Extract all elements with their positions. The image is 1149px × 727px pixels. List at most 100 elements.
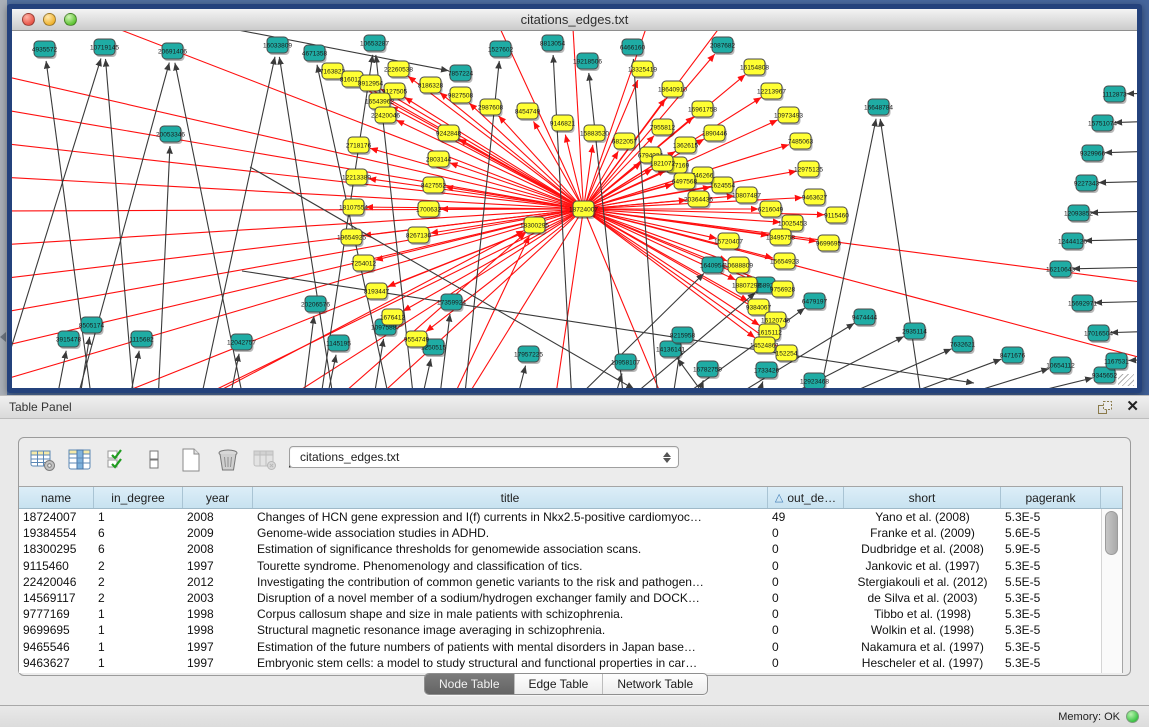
cell-year[interactable]: 2008 [183,510,253,524]
cell-in_degree[interactable]: 1 [94,510,183,524]
cell-name[interactable]: 9465546 [19,640,94,654]
cell-in_degree[interactable]: 6 [94,526,183,540]
column-header-short[interactable]: short [844,487,1001,508]
network-canvas[interactable]: 4935572107191452069140616033809467135810… [12,31,1137,388]
cell-name[interactable]: 9777169 [19,607,94,621]
cell-year[interactable]: 2009 [183,526,253,540]
cell-pagerank[interactable]: 5.3E-5 [1001,559,1101,573]
cell-title[interactable]: Structural magnetic resonance image aver… [253,623,768,637]
cell-out_de[interactable]: 0 [768,656,844,670]
cell-out_de[interactable]: 0 [768,575,844,589]
cell-short[interactable]: Wolkin et al. (1998) [844,623,1001,637]
column-header-out_de[interactable]: △out_de… [768,487,844,508]
tab-network-table[interactable]: Network Table [603,674,707,694]
cell-pagerank[interactable]: 5.3E-5 [1001,510,1101,524]
table-scrollbar[interactable] [1101,509,1122,673]
network-graph[interactable]: 4935572107191452069140616033809467135810… [12,31,1137,388]
cell-year[interactable]: 2003 [183,591,253,605]
float-panel-icon[interactable] [1097,400,1114,415]
cell-title[interactable]: Estimation of significance thresholds fo… [253,542,768,556]
table-scrollbar-thumb[interactable] [1105,511,1118,555]
cell-out_de[interactable]: 0 [768,542,844,556]
cell-out_de[interactable]: 0 [768,591,844,605]
cell-year[interactable]: 1997 [183,640,253,654]
cell-in_degree[interactable]: 1 [94,607,183,621]
cell-out_de[interactable]: 0 [768,559,844,573]
cell-in_degree[interactable]: 6 [94,542,183,556]
cell-in_degree[interactable]: 1 [94,623,183,637]
column-header-pagerank[interactable]: pagerank [1001,487,1101,508]
cell-year[interactable]: 1997 [183,559,253,573]
table-selector-dropdown[interactable]: citations_edges.txt [289,446,679,468]
table-row[interactable]: 1938455462009Genome-wide association stu… [19,525,1122,541]
table-row[interactable]: 2242004622012Investigating the contribut… [19,574,1122,590]
column-header-year[interactable]: year [183,487,253,508]
column-header-in_degree[interactable]: in_degree [94,487,183,508]
network-window-titlebar[interactable]: citations_edges.txt [12,9,1137,31]
cell-short[interactable]: Jankovic et al. (1997) [844,559,1001,573]
close-window-icon[interactable] [22,13,35,26]
cell-year[interactable]: 1998 [183,623,253,637]
memory-status-icon[interactable] [1126,710,1139,723]
table-row[interactable]: 946554611997Estimation of the future num… [19,639,1122,655]
cell-out_de[interactable]: 49 [768,510,844,524]
cell-short[interactable]: Dudbridge et al. (2008) [844,542,1001,556]
cell-title[interactable]: Embryonic stem cells: a model to study s… [253,656,768,670]
cell-pagerank[interactable]: 5.9E-5 [1001,542,1101,556]
table-row[interactable]: 977716911998Corpus callosum shape and si… [19,606,1122,622]
cell-title[interactable]: Estimation of the future numbers of pati… [253,640,768,654]
cell-short[interactable]: Tibbo et al. (1998) [844,607,1001,621]
cell-name[interactable]: 18300295 [19,542,94,556]
table-settings-icon[interactable] [29,447,57,473]
column-header-title[interactable]: title [253,487,768,508]
cell-year[interactable]: 2008 [183,542,253,556]
cell-short[interactable]: Yano et al. (2008) [844,510,1001,524]
cell-in_degree[interactable]: 2 [94,575,183,589]
cell-title[interactable]: Changes of HCN gene expression and I(f) … [253,510,768,524]
cell-in_degree[interactable]: 1 [94,656,183,670]
cell-name[interactable]: 9699695 [19,623,94,637]
cell-out_de[interactable]: 0 [768,640,844,654]
cell-out_de[interactable]: 0 [768,607,844,621]
cell-year[interactable]: 1998 [183,607,253,621]
cell-short[interactable]: Hescheler et al. (1997) [844,656,1001,670]
table-row[interactable]: 1456911722003Disruption of a novel membe… [19,590,1122,606]
cell-pagerank[interactable]: 5.3E-5 [1001,656,1101,670]
cell-pagerank[interactable]: 5.3E-5 [1001,607,1101,621]
node-attribute-table[interactable]: namein_degreeyeartitle△out_de…shortpager… [19,486,1123,673]
table-row[interactable]: 1872400712008Changes of HCN gene express… [19,509,1122,525]
table-row[interactable]: 911546021997Tourette syndrome. Phenomeno… [19,558,1122,574]
minimize-window-icon[interactable] [43,13,56,26]
column-header-name[interactable]: name [19,487,94,508]
cell-title[interactable]: Corpus callosum shape and size in male p… [253,607,768,621]
cell-name[interactable]: 9463627 [19,656,94,670]
table-panel-header[interactable]: Table Panel ✕ [0,395,1149,419]
tab-edge-table[interactable]: Edge Table [515,674,604,694]
cell-short[interactable]: de Silva et al. (2003) [844,591,1001,605]
row-checklist-icon[interactable] [103,447,131,473]
rows-icon[interactable] [140,447,168,473]
cell-short[interactable]: Nakamura et al. (1997) [844,640,1001,654]
cell-pagerank[interactable]: 5.6E-5 [1001,526,1101,540]
delete-table-icon[interactable] [214,447,242,473]
table-row[interactable]: 1830029562008Estimation of significance … [19,541,1122,557]
table-row[interactable]: 946362711997Embryonic stem cells: a mode… [19,655,1122,671]
cell-title[interactable]: Genome-wide association studies in ADHD. [253,526,768,540]
cell-out_de[interactable]: 0 [768,526,844,540]
cell-pagerank[interactable]: 5.3E-5 [1001,640,1101,654]
cell-short[interactable]: Franke et al. (2009) [844,526,1001,540]
close-panel-icon[interactable]: ✕ [1126,399,1139,415]
show-columns-icon[interactable] [66,447,94,473]
cell-pagerank[interactable]: 5.5E-5 [1001,575,1101,589]
table-row[interactable]: 969969511998Structural magnetic resonanc… [19,622,1122,638]
cell-title[interactable]: Tourette syndrome. Phenomenology and cla… [253,559,768,573]
collapse-panel-arrow-icon[interactable] [0,332,6,342]
cell-pagerank[interactable]: 5.3E-5 [1001,623,1101,637]
network-view-window[interactable]: citations_edges.txt 49355721071914520691… [7,4,1142,393]
cell-short[interactable]: Stergiakouli et al. (2012) [844,575,1001,589]
cell-name[interactable]: 19384554 [19,526,94,540]
zoom-window-icon[interactable] [64,13,77,26]
cell-title[interactable]: Investigating the contribution of common… [253,575,768,589]
cell-year[interactable]: 2012 [183,575,253,589]
cell-name[interactable]: 9115460 [19,559,94,573]
